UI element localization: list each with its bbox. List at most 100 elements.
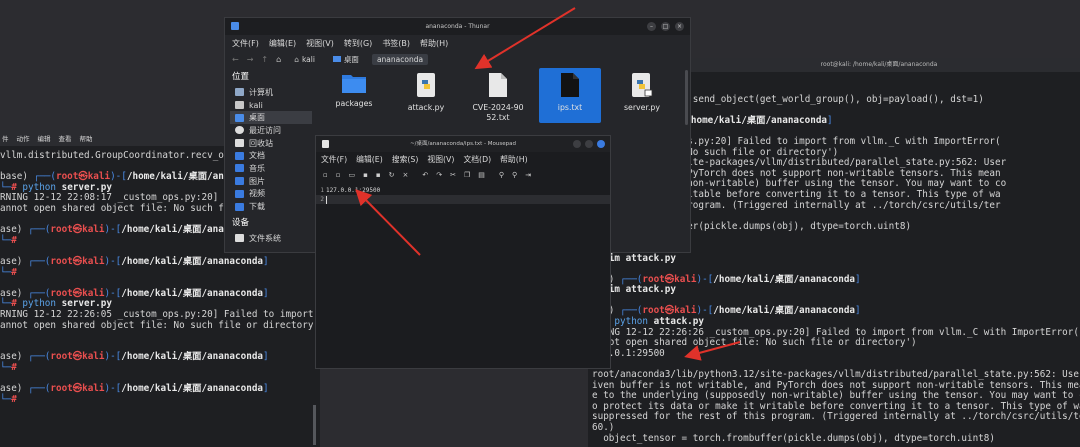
terminal-line: ase) ┌──(root㉿kali)-[/home/kali/桌面/anana… bbox=[0, 383, 320, 395]
scrollbar[interactable] bbox=[685, 70, 688, 125]
sidebar-item-videos[interactable]: 视频 bbox=[230, 188, 312, 201]
menu-view[interactable]: 视图(V) bbox=[427, 154, 454, 165]
maximize-button[interactable]: □ bbox=[661, 22, 670, 31]
menu-item[interactable]: 动作 bbox=[17, 133, 30, 143]
prompt-user: root bbox=[642, 305, 665, 317]
output-text: e to the underlying (supposedly non-writ… bbox=[592, 390, 1080, 402]
output-text: root/anaconda3/lib/python3.12/site-packa… bbox=[592, 369, 1080, 381]
computer-icon bbox=[235, 88, 244, 97]
prompt-user: root bbox=[50, 351, 73, 363]
text-editor-area[interactable]: 1 127.0.0.1:29500 2 bbox=[316, 186, 610, 368]
close-button[interactable] bbox=[597, 140, 605, 148]
scrollbar[interactable] bbox=[313, 405, 316, 445]
up-icon[interactable]: ↑ bbox=[261, 55, 268, 64]
text-editor-toolbar: ▫ ▫ ▭ ▪ ▪ ↻ × ↶ ↷ ✂ ❐ ▤ ⚲ ⚲ ⇥ bbox=[316, 167, 610, 183]
prompt-frame: )-[ bbox=[104, 224, 122, 236]
menu-go[interactable]: 转到(G) bbox=[344, 38, 372, 49]
menu-help[interactable]: 帮助(H) bbox=[500, 154, 528, 165]
sidebar-item-trash[interactable]: 回收站 bbox=[230, 137, 312, 150]
prompt-path: /home/kali/桌面/ananaconda bbox=[121, 351, 264, 363]
breadcrumb-kali[interactable]: ⌂ kali bbox=[289, 54, 320, 65]
sidebar-item-computer[interactable]: 计算机 bbox=[230, 86, 312, 99]
prompt-hash: # bbox=[11, 234, 23, 246]
minimize-button[interactable]: – bbox=[647, 22, 656, 31]
file-item-ips-txt[interactable]: ips.txt bbox=[539, 68, 601, 123]
menu-help[interactable]: 帮助(H) bbox=[420, 38, 448, 49]
file-item-attack-py[interactable]: attack.py bbox=[395, 68, 457, 123]
menu-search[interactable]: 搜索(S) bbox=[392, 154, 419, 165]
menu-document[interactable]: 文档(D) bbox=[463, 154, 491, 165]
goto-line-icon[interactable]: ⇥ bbox=[525, 171, 531, 179]
maximize-button[interactable] bbox=[585, 140, 593, 148]
prompt-path: /home/kali/桌面/ananaconda bbox=[713, 305, 856, 317]
sidebar-item-kali[interactable]: kali bbox=[230, 99, 312, 112]
save-as-icon[interactable]: ▪ bbox=[376, 171, 381, 179]
new-window-icon[interactable]: ▫ bbox=[336, 171, 341, 179]
terminal-line bbox=[0, 331, 320, 342]
terminal-line: ase) ┌──(root㉿kali)-[/home/kali/桌面/anana… bbox=[0, 351, 320, 363]
cut-icon[interactable]: ✂ bbox=[450, 171, 456, 179]
text-file-icon bbox=[561, 73, 579, 97]
menu-item[interactable]: 编辑 bbox=[38, 133, 51, 143]
folder-icon bbox=[342, 75, 366, 93]
home-icon[interactable]: ⌂ bbox=[276, 55, 281, 64]
sidebar-item-music[interactable]: 音乐 bbox=[230, 162, 312, 175]
close-button[interactable]: × bbox=[675, 22, 684, 31]
prompt-frame: ┌──( bbox=[28, 224, 51, 236]
text-editor-window[interactable]: ~/桌面/ananaconda/ips.txt - Mousepad 文件(F)… bbox=[315, 135, 611, 369]
minimize-button[interactable] bbox=[573, 140, 581, 148]
prompt-frame: )-[ bbox=[104, 255, 122, 267]
file-label: attack.py bbox=[407, 103, 445, 112]
prompt-at: ㉿ bbox=[78, 171, 88, 183]
sidebar-item-pictures[interactable]: 图片 bbox=[230, 175, 312, 188]
sidebar-item-desktop[interactable]: 桌面 bbox=[230, 111, 312, 125]
new-file-icon[interactable]: ▫ bbox=[323, 171, 328, 179]
sidebar-item-label: 计算机 bbox=[249, 87, 273, 97]
menu-edit[interactable]: 编辑(E) bbox=[269, 38, 296, 49]
breadcrumb-ananaconda[interactable]: ananaconda bbox=[371, 53, 429, 65]
file-item-packages[interactable]: packages bbox=[323, 68, 385, 123]
close-file-icon[interactable]: × bbox=[403, 171, 409, 179]
menu-bookmarks[interactable]: 书签(B) bbox=[382, 38, 410, 49]
forward-icon[interactable]: → bbox=[247, 55, 254, 64]
find-icon[interactable]: ⚲ bbox=[499, 171, 504, 179]
terminal-line: annot open shared object file: No such f… bbox=[0, 320, 320, 332]
command-args: server.py bbox=[56, 298, 112, 310]
back-icon[interactable]: ← bbox=[232, 55, 239, 64]
menu-item[interactable]: 帮助 bbox=[80, 133, 93, 143]
editor-line-current: 2 bbox=[316, 195, 610, 204]
save-icon[interactable]: ▪ bbox=[363, 171, 368, 179]
sidebar-item-downloads[interactable]: 下载 bbox=[230, 200, 312, 213]
menu-file[interactable]: 文件(F) bbox=[321, 154, 347, 165]
prompt-path: /home/kali/桌面/ananaconda bbox=[713, 273, 856, 285]
copy-icon[interactable]: ❐ bbox=[464, 171, 470, 179]
menu-file[interactable]: 文件(F) bbox=[232, 38, 259, 49]
undo-icon[interactable]: ↶ bbox=[422, 171, 428, 179]
command-args: server.py bbox=[56, 181, 112, 193]
file-grid: packages attack.py CVE-2024-9052.txt ips… bbox=[315, 68, 690, 128]
menu-edit[interactable]: 编辑(E) bbox=[356, 154, 383, 165]
terminal-line: # vim attack.py bbox=[592, 284, 1080, 296]
find-replace-icon[interactable]: ⚲ bbox=[512, 171, 517, 179]
sidebar-item-documents[interactable]: 文档 bbox=[230, 149, 312, 162]
sidebar-item-filesystem[interactable]: 文件系统 bbox=[230, 232, 312, 245]
menu-item[interactable]: 件 bbox=[2, 133, 9, 143]
file-item-server-py[interactable]: server.py bbox=[611, 68, 673, 123]
breadcrumb-desktop[interactable]: 桌面 bbox=[328, 53, 364, 66]
menu-view[interactable]: 视图(V) bbox=[306, 38, 334, 49]
menu-item[interactable]: 查看 bbox=[59, 133, 72, 143]
sidebar-item-recent[interactable]: 最近访问 bbox=[230, 124, 312, 137]
paste-icon[interactable]: ▤ bbox=[478, 171, 485, 179]
python-file-icon bbox=[417, 73, 435, 97]
output-text: 60.) bbox=[592, 422, 615, 433]
prompt-hash: # bbox=[11, 181, 23, 193]
redo-icon[interactable]: ↷ bbox=[436, 171, 442, 179]
file-manager-title: ananaconda - Thunar bbox=[425, 23, 490, 30]
open-file-icon[interactable]: ▭ bbox=[349, 171, 356, 179]
sidebar: 位置 计算机 kali 桌面 最近访问 回收站 文档 音乐 图片 视频 下载 设… bbox=[230, 70, 312, 245]
prompt-hash: # bbox=[11, 298, 23, 310]
file-item-cve-txt[interactable]: CVE-2024-9052.txt bbox=[467, 68, 529, 123]
sidebar-item-label: 文档 bbox=[249, 151, 265, 161]
reload-icon[interactable]: ↻ bbox=[389, 171, 395, 179]
